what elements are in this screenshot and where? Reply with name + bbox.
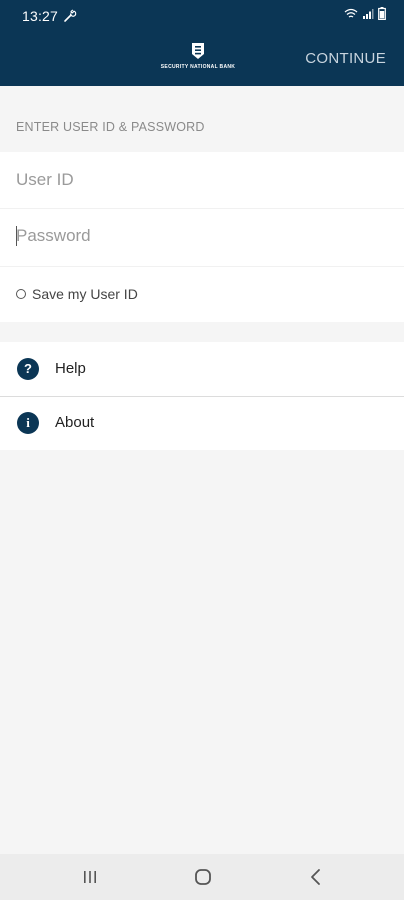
signal-icon (363, 8, 374, 19)
back-icon[interactable] (304, 865, 328, 889)
save-user-id-radio[interactable] (16, 289, 26, 299)
menu-item-label: About (55, 414, 95, 431)
wifi-icon (344, 8, 358, 18)
info-icon: i (17, 412, 39, 434)
bank-logo-text: SECURITY NATIONAL BANK (160, 64, 236, 70)
status-icons (344, 7, 386, 20)
status-bar: 13:27 (0, 0, 404, 32)
password-input[interactable] (16, 216, 388, 256)
field-divider (0, 208, 404, 209)
battery-icon (378, 7, 386, 20)
help-icon: ? (17, 358, 39, 380)
status-time: 13:27 (22, 8, 59, 24)
recents-icon[interactable] (78, 865, 102, 889)
system-nav-bar (0, 854, 404, 900)
text-cursor (16, 226, 17, 246)
save-user-id-label: Save my User ID (32, 286, 138, 302)
menu-list: ? Help i About (0, 342, 404, 450)
field-divider (0, 266, 404, 267)
bank-logo: SECURITY NATIONAL BANK (150, 42, 246, 78)
home-icon[interactable] (191, 865, 215, 889)
continue-button[interactable]: CONTINUE (305, 50, 386, 67)
login-form: Save my User ID (0, 152, 404, 322)
user-id-input[interactable] (16, 160, 388, 200)
wrench-icon (64, 9, 77, 22)
menu-item-label: Help (55, 360, 86, 377)
bank-logo-mark-icon (192, 43, 204, 59)
save-user-id-option[interactable]: Save my User ID (16, 286, 138, 302)
menu-item-help[interactable]: ? Help (0, 342, 404, 396)
menu-item-about[interactable]: i About (0, 396, 404, 450)
app-header: SECURITY NATIONAL BANK CONTINUE (0, 32, 404, 86)
login-section-label: ENTER USER ID & PASSWORD (16, 120, 205, 134)
